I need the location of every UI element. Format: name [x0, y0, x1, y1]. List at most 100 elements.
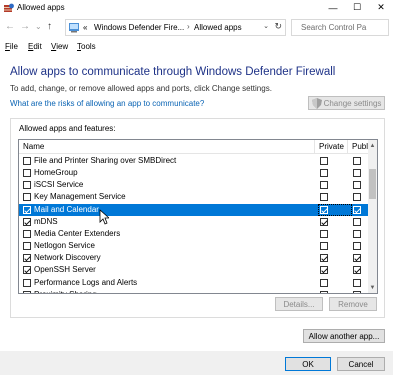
menu-view[interactable]: View [51, 42, 68, 51]
app-enabled-checkbox[interactable] [23, 278, 31, 287]
allow-another-app-button[interactable]: Allow another app... [303, 329, 385, 343]
risks-link[interactable]: What are the risks of allowing an app to… [10, 99, 204, 108]
app-name: Proximity Sharing [34, 290, 97, 293]
overflow-icon[interactable]: « [83, 23, 87, 32]
column-public[interactable]: Public [348, 140, 374, 154]
public-checkbox[interactable] [353, 229, 361, 238]
change-settings-label: Change settings [323, 98, 382, 108]
navigation-bar: ← → ⌄ ↑ « Windows Defender Fire... › All… [0, 15, 393, 40]
app-enabled-checkbox[interactable] [23, 254, 31, 263]
menu-bar: File Edit View Tools [0, 40, 393, 54]
window-title: Allowed apps [17, 3, 65, 12]
app-enabled-checkbox[interactable] [23, 290, 31, 293]
breadcrumb-firewall[interactable]: Windows Defender Fire... [94, 23, 184, 32]
control-panel-icon [69, 23, 79, 33]
public-checkbox[interactable] [353, 254, 361, 263]
app-row[interactable]: mDNS [19, 216, 370, 228]
private-checkbox[interactable] [320, 217, 328, 226]
menu-file[interactable]: File [5, 42, 18, 51]
app-enabled-checkbox[interactable] [23, 266, 31, 275]
public-checkbox[interactable] [353, 157, 361, 165]
menu-edit-text: dit [33, 42, 42, 51]
app-row[interactable]: Netlogon Service [19, 240, 370, 252]
app-enabled-checkbox[interactable] [23, 229, 31, 238]
app-enabled-checkbox[interactable] [23, 217, 31, 226]
app-enabled-checkbox[interactable] [23, 181, 31, 190]
app-enabled-checkbox[interactable] [23, 169, 31, 178]
column-name[interactable]: Name [19, 140, 315, 154]
menu-edit[interactable]: Edit [28, 42, 42, 51]
private-checkbox[interactable] [320, 157, 328, 165]
cancel-button[interactable]: Cancel [337, 357, 385, 371]
app-row[interactable]: iSCSI Service [19, 179, 370, 191]
back-arrow-icon[interactable]: ← [5, 21, 15, 32]
app-row[interactable]: File and Printer Sharing over SMBDirect [19, 155, 370, 167]
public-checkbox[interactable] [353, 278, 361, 287]
scroll-down-icon[interactable]: ▼ [368, 283, 377, 293]
ok-button[interactable]: OK [285, 357, 331, 371]
public-checkbox[interactable] [353, 193, 361, 202]
app-row[interactable]: HomeGroup [19, 167, 370, 179]
private-checkbox[interactable] [320, 278, 328, 287]
private-checkbox[interactable] [320, 193, 328, 202]
public-checkbox[interactable] [353, 217, 361, 226]
app-name: OpenSSH Server [34, 265, 96, 275]
main-content: Allow apps to communicate through Window… [0, 54, 393, 351]
private-checkbox[interactable] [320, 290, 328, 293]
private-checkbox[interactable] [320, 229, 328, 238]
app-enabled-checkbox[interactable] [23, 205, 31, 214]
change-settings-button[interactable]: Change settings [308, 96, 385, 110]
address-dropdown-icon[interactable]: ⌄ [263, 22, 269, 30]
breadcrumb-allowed-apps[interactable]: Allowed apps [194, 23, 242, 32]
app-row[interactable]: Mail and Calendar [19, 203, 370, 216]
remove-button[interactable]: Remove [329, 297, 377, 311]
breadcrumb-separator-icon[interactable]: › [187, 22, 190, 31]
scroll-up-icon[interactable]: ▲ [368, 141, 377, 151]
vertical-scrollbar[interactable]: ▲ ▼ [368, 140, 377, 293]
forward-arrow-icon[interactable]: → [20, 21, 30, 32]
app-row[interactable]: Media Center Extenders [19, 228, 370, 240]
scroll-thumb[interactable] [369, 169, 376, 199]
app-name: Performance Logs and Alerts [34, 277, 138, 287]
public-checkbox[interactable] [353, 266, 361, 275]
app-row[interactable]: Performance Logs and Alerts [19, 277, 370, 289]
search-placeholder: Search Control Pa [301, 23, 367, 32]
recent-locations-icon[interactable]: ⌄ [35, 22, 42, 31]
allowed-apps-list[interactable]: Name Private Public File and Printer Sha… [18, 139, 378, 294]
app-row[interactable]: OpenSSH Server [19, 264, 370, 276]
focus-rectangle [318, 203, 352, 216]
refresh-icon[interactable]: ↻ [274, 21, 282, 32]
app-name: mDNS [34, 216, 58, 226]
minimize-button[interactable]: — [321, 0, 345, 15]
instruction-text: To add, change, or remove allowed apps a… [10, 84, 272, 93]
address-bar[interactable]: « Windows Defender Fire... › Allowed app… [65, 19, 286, 36]
public-checkbox[interactable] [353, 205, 361, 214]
private-checkbox[interactable] [320, 266, 328, 275]
allowed-apps-group: Allowed apps and features: Name Private … [10, 118, 385, 318]
column-private[interactable]: Private [315, 140, 348, 154]
app-row[interactable]: Key Management Service [19, 191, 370, 203]
app-row[interactable]: Proximity Sharing [19, 289, 370, 293]
maximize-button[interactable]: ☐ [345, 0, 369, 15]
public-checkbox[interactable] [353, 169, 361, 178]
app-enabled-checkbox[interactable] [23, 157, 31, 165]
private-checkbox[interactable] [320, 181, 328, 190]
allowed-apps-label: Allowed apps and features: [19, 124, 116, 133]
private-checkbox[interactable] [320, 254, 328, 263]
public-checkbox[interactable] [353, 242, 361, 251]
page-title: Allow apps to communicate through Window… [10, 66, 336, 78]
app-enabled-checkbox[interactable] [23, 242, 31, 251]
menu-tools[interactable]: Tools [77, 42, 96, 51]
app-enabled-checkbox[interactable] [23, 193, 31, 202]
uac-shield-icon [311, 97, 322, 109]
search-input[interactable]: Search Control Pa [291, 19, 389, 36]
close-button[interactable]: ✕ [369, 0, 393, 15]
title-bar: Allowed apps — ☐ ✕ [0, 0, 393, 15]
private-checkbox[interactable] [320, 169, 328, 178]
up-arrow-icon[interactable]: ↑ [47, 21, 52, 32]
public-checkbox[interactable] [353, 181, 361, 190]
public-checkbox[interactable] [353, 290, 361, 293]
private-checkbox[interactable] [320, 242, 328, 251]
details-button[interactable]: Details... [275, 297, 323, 311]
app-row[interactable]: Network Discovery [19, 252, 370, 264]
